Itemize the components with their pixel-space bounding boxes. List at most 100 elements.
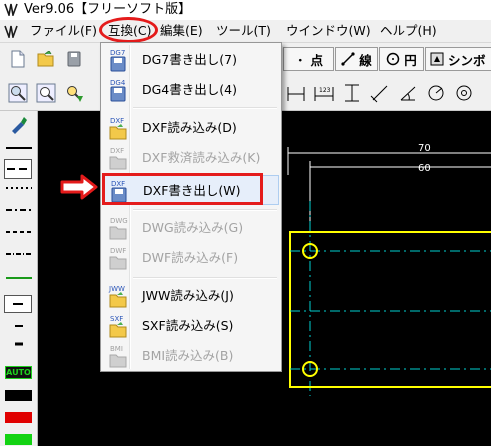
annotation-highlight-box <box>102 173 263 205</box>
zoom-fit-button[interactable] <box>33 80 59 106</box>
menu-bar: ファイル(F) 互換(C) 編集(E) ツール(T) ウインドウ(W) ヘルプ(… <box>0 20 491 43</box>
dim-angle-button[interactable] <box>367 80 393 106</box>
svg-text:DXF: DXF <box>110 117 124 125</box>
line-tool-button[interactable]: 線 <box>335 47 378 71</box>
angle-button[interactable] <box>395 80 421 106</box>
sxf-open-icon: SXF <box>109 315 127 338</box>
system-menu-icon[interactable] <box>4 24 18 38</box>
menu-item-jww-import[interactable]: JWW JWW読み込み(J) <box>103 281 279 311</box>
annotation-arrow-icon <box>60 174 98 200</box>
menu-item-label: DG4書き出し(4) <box>142 82 237 97</box>
color-black[interactable] <box>5 390 32 401</box>
pen-icon[interactable] <box>8 114 28 134</box>
title-bar: Ver9.06【フリーソフト版】 <box>0 0 491 21</box>
menu-item-label: JWW読み込み(J) <box>142 288 234 303</box>
save-button[interactable] <box>61 46 87 72</box>
menu-tools[interactable]: ツール(T) <box>216 23 271 39</box>
dwf-open-icon: DWF <box>109 247 127 270</box>
svg-text:DWF: DWF <box>110 247 126 255</box>
line-green[interactable] <box>6 275 32 281</box>
menu-item-label: DXF読み込み(D) <box>142 120 237 135</box>
line-solid[interactable] <box>6 145 32 151</box>
app-icon <box>4 3 18 16</box>
dimension-vertical-icon <box>345 84 359 102</box>
circle-tool-button[interactable]: 円 <box>379 47 424 71</box>
line-dashed-selected[interactable] <box>4 159 32 179</box>
compat-dropdown-menu: DG7 DG7書き出し(7) DG4 DG4書き出し(4) DXF DXF読み込… <box>100 42 282 372</box>
line-width-selected[interactable] <box>4 295 32 313</box>
dimension-60: 60 <box>418 163 431 174</box>
auto-button[interactable]: AUTO <box>5 366 32 379</box>
line-width-icon <box>13 303 23 305</box>
svg-text:DWG: DWG <box>110 217 128 225</box>
line-width-2[interactable] <box>6 323 32 329</box>
open-folder-button[interactable] <box>33 46 59 72</box>
radius-button[interactable] <box>423 80 449 106</box>
menu-item-dwg-import: DWG DWG読み込み(G) <box>103 213 279 243</box>
menu-item-sxf-import[interactable]: SXF SXF読み込み(S) <box>103 311 279 341</box>
line-dash-dot-dot[interactable] <box>6 251 32 257</box>
dimension-123-icon: 123 <box>314 87 334 101</box>
zoom-icon <box>8 83 28 103</box>
zoom-fit-icon <box>36 83 56 103</box>
symbol-tool-button[interactable]: シンボ <box>425 47 491 71</box>
dxf-open-icon: DXF <box>109 147 127 170</box>
dim-123-button[interactable]: 123 <box>311 80 337 106</box>
svg-text:DXF: DXF <box>110 147 124 155</box>
symbol-icon <box>430 52 444 66</box>
menu-item-label: DG7書き出し(7) <box>142 52 237 67</box>
line-dotted[interactable] <box>6 185 32 191</box>
angle-icon <box>400 86 416 101</box>
line-style-palette: AUTO <box>0 111 38 446</box>
menu-item-label: DXF救済読み込み(K) <box>142 150 261 165</box>
new-file-button[interactable] <box>5 46 31 72</box>
dim-v-button[interactable] <box>339 80 365 106</box>
folder-icon <box>37 51 54 67</box>
menu-item-label: BMI読み込み(B) <box>142 348 234 363</box>
dg4-save-icon: DG4 <box>110 79 126 102</box>
annotation-ring <box>99 17 158 43</box>
color-green[interactable] <box>5 434 32 445</box>
svg-text:JWW: JWW <box>108 285 125 293</box>
dxf-open-icon: DXF <box>109 117 127 140</box>
line-width-3[interactable] <box>6 341 32 347</box>
dimension-70: 70 <box>418 143 431 154</box>
menu-item-dxf-import[interactable]: DXF DXF読み込み(D) <box>103 113 279 143</box>
menu-item-dg7-export[interactable]: DG7 DG7書き出し(7) <box>103 45 279 75</box>
menu-item-bmi-import: BMI BMI読み込み(B) <box>103 341 279 371</box>
line-icon <box>341 52 355 66</box>
menu-item-label: DWF読み込み(F) <box>142 250 239 265</box>
menu-window[interactable]: ウインドウ(W) <box>286 23 371 39</box>
svg-text:BMI: BMI <box>110 345 123 353</box>
bmi-open-icon: BMI <box>109 345 127 368</box>
dg7-save-icon: DG7 <box>110 49 126 72</box>
zoom-in-button[interactable] <box>5 80 31 106</box>
zoom-pan-icon <box>67 86 83 102</box>
jww-open-icon: JWW <box>108 285 127 308</box>
svg-text:SXF: SXF <box>110 315 123 323</box>
menu-help[interactable]: ヘルプ(H) <box>380 23 437 39</box>
circle-dimension-icon <box>456 85 472 101</box>
zoom-pan-button[interactable] <box>61 80 87 106</box>
color-red[interactable] <box>5 412 32 423</box>
circle-icon <box>386 52 400 66</box>
circle-dim-button[interactable] <box>451 80 477 106</box>
dim-h-button[interactable] <box>283 80 309 106</box>
svg-text:DG7: DG7 <box>110 49 125 57</box>
radius-icon <box>428 85 444 101</box>
menu-item-label: DWG読み込み(G) <box>142 220 244 235</box>
svg-text:123: 123 <box>319 87 331 94</box>
save-icon <box>67 51 81 67</box>
menu-separator <box>133 277 277 279</box>
menu-item-label: SXF読み込み(S) <box>142 318 234 333</box>
menu-item-dwf-import: DWF DWF読み込み(F) <box>103 243 279 273</box>
menu-edit[interactable]: 編集(E) <box>160 23 203 39</box>
svg-text:DG4: DG4 <box>110 79 126 87</box>
menu-item-dg4-export[interactable]: DG4 DG4書き出し(4) <box>103 75 279 105</box>
point-tool-button[interactable]: ・点 <box>283 47 334 71</box>
menu-file[interactable]: ファイル(F) <box>30 23 97 39</box>
line-long-dash[interactable] <box>6 229 32 235</box>
menu-separator <box>133 107 277 109</box>
menu-separator <box>133 209 277 211</box>
line-dash-dot[interactable] <box>6 207 32 213</box>
